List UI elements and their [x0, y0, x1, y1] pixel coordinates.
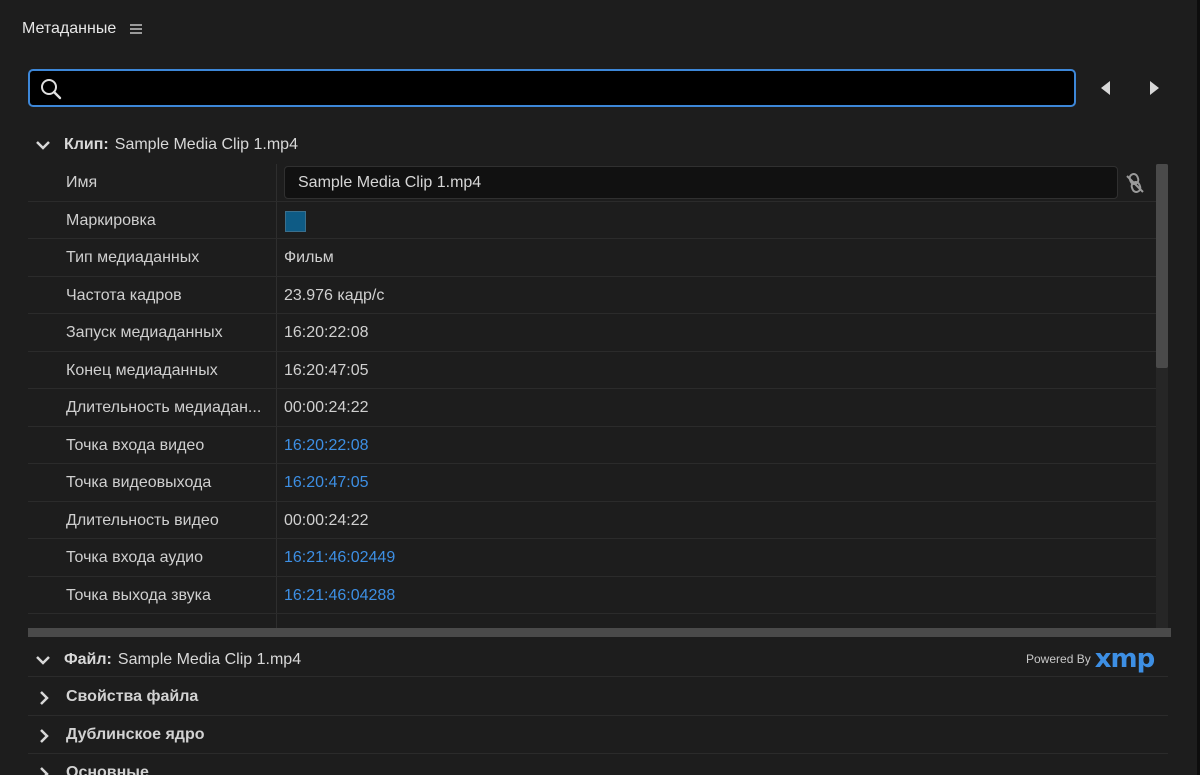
table-row: Длительность медиадан... 00:00:24:22 — [28, 389, 1156, 427]
search-box[interactable] — [28, 69, 1076, 107]
table-row: Длительность видео 00:00:24:22 — [28, 502, 1156, 539]
previous-result-icon[interactable] — [1096, 78, 1116, 98]
table-row: Точка входа видео 16:20:22:08 — [28, 427, 1156, 464]
table-row: Точка выхода звука 16:21:46:04288 — [28, 577, 1156, 614]
table-row: Конец медиаданных 16:20:47:05 — [28, 352, 1156, 389]
row-label: Точка входа видео — [66, 436, 205, 454]
row-label: Точка видеовыхода — [66, 474, 212, 491]
row-label: Длительность медиадан... — [66, 399, 262, 416]
file-section-key: Файл: — [64, 651, 112, 668]
xmp-logo: xmp — [1094, 644, 1155, 674]
metadata-panel: Метаданные Клип: Sample Media Clip 1.mp4… — [0, 0, 1200, 775]
table-row: Запуск медиаданных 16:20:22:08 — [28, 314, 1156, 352]
panel-header: Метаданные — [22, 17, 143, 41]
powered-by-xmp: Powered By xmp — [1026, 644, 1155, 674]
row-label: Запуск медиаданных — [66, 324, 223, 341]
divider — [28, 676, 1168, 677]
row-value: 00:00:24:22 — [284, 511, 369, 529]
file-section-value: Sample Media Clip 1.mp4 — [117, 651, 302, 668]
row-label: Тип медиаданных — [66, 249, 200, 266]
video-out-point-link[interactable]: 16:20:47:05 — [284, 464, 369, 501]
table-row: Частота кадров 23.976 кадр/с — [28, 277, 1156, 314]
horizontal-scrollbar[interactable] — [28, 628, 1171, 637]
table-row: Точка входа аудио 16:21:46:02449 — [28, 539, 1156, 577]
table-row: Имя Sample Media Clip 1.mp4 — [28, 164, 1156, 202]
chevron-down-icon[interactable] — [34, 653, 52, 667]
clip-section-value: Sample Media Clip 1.mp4 — [114, 136, 298, 153]
subsection-label: Дублинское ядро — [66, 726, 205, 743]
row-label: Имя — [66, 174, 98, 191]
row-label: Длительность видео — [66, 511, 219, 529]
subsection-dublin-core[interactable]: Дублинское ядро — [28, 716, 1168, 754]
subsection-basic[interactable]: Основные — [28, 754, 1168, 775]
audio-in-point-link[interactable]: 16:21:46:02449 — [284, 539, 395, 576]
search-input[interactable] — [74, 77, 1064, 99]
powered-by-label: Powered By — [1026, 652, 1091, 666]
hamburger-menu-icon[interactable] — [130, 24, 143, 34]
next-result-icon[interactable] — [1144, 78, 1164, 98]
chevron-right-icon[interactable] — [38, 690, 50, 706]
chevron-down-icon[interactable] — [34, 138, 52, 152]
chevron-right-icon[interactable] — [38, 728, 50, 744]
name-field[interactable]: Sample Media Clip 1.mp4 — [284, 166, 1118, 199]
audio-out-point-link[interactable]: 16:21:46:04288 — [284, 577, 395, 614]
panel-title: Метаданные — [22, 20, 117, 37]
row-value: Фильм — [284, 249, 334, 266]
row-value: 23.976 кадр/с — [284, 286, 385, 304]
chevron-right-icon[interactable] — [38, 766, 50, 775]
unlink-icon[interactable] — [1124, 172, 1146, 194]
subsection-label: Основные — [66, 764, 149, 775]
table-row: Тип медиаданных Фильм — [28, 239, 1156, 277]
file-section-header[interactable]: Файл: Sample Media Clip 1.mp4 — [34, 646, 301, 674]
video-in-point-link[interactable]: 16:20:22:08 — [284, 427, 369, 464]
row-value: 16:20:47:05 — [284, 361, 369, 379]
clip-section-header[interactable]: Клип: Sample Media Clip 1.mp4 — [34, 131, 298, 159]
row-label: Точка входа аудио — [66, 549, 204, 566]
subsection-file-properties[interactable]: Свойства файла — [28, 678, 1168, 716]
subsection-label: Свойства файла — [66, 688, 199, 705]
search-icon — [41, 79, 62, 100]
row-label: Маркировка — [66, 211, 156, 229]
table-row: Точка видеовыхода 16:20:47:05 — [28, 464, 1156, 502]
row-value: 16:20:22:08 — [284, 324, 369, 341]
clip-metadata-table: Имя Sample Media Clip 1.mp4 Маркировка Т… — [28, 164, 1156, 628]
row-label: Точка выхода звука — [66, 586, 211, 604]
clip-section-key: Клип: — [64, 136, 109, 153]
table-row: Маркировка — [28, 202, 1156, 239]
label-color-swatch[interactable] — [285, 210, 306, 232]
vertical-scrollbar-thumb[interactable] — [1156, 164, 1168, 368]
row-label: Конец медиаданных — [66, 361, 218, 379]
row-value: 00:00:24:22 — [284, 399, 369, 416]
row-label: Частота кадров — [66, 286, 182, 304]
